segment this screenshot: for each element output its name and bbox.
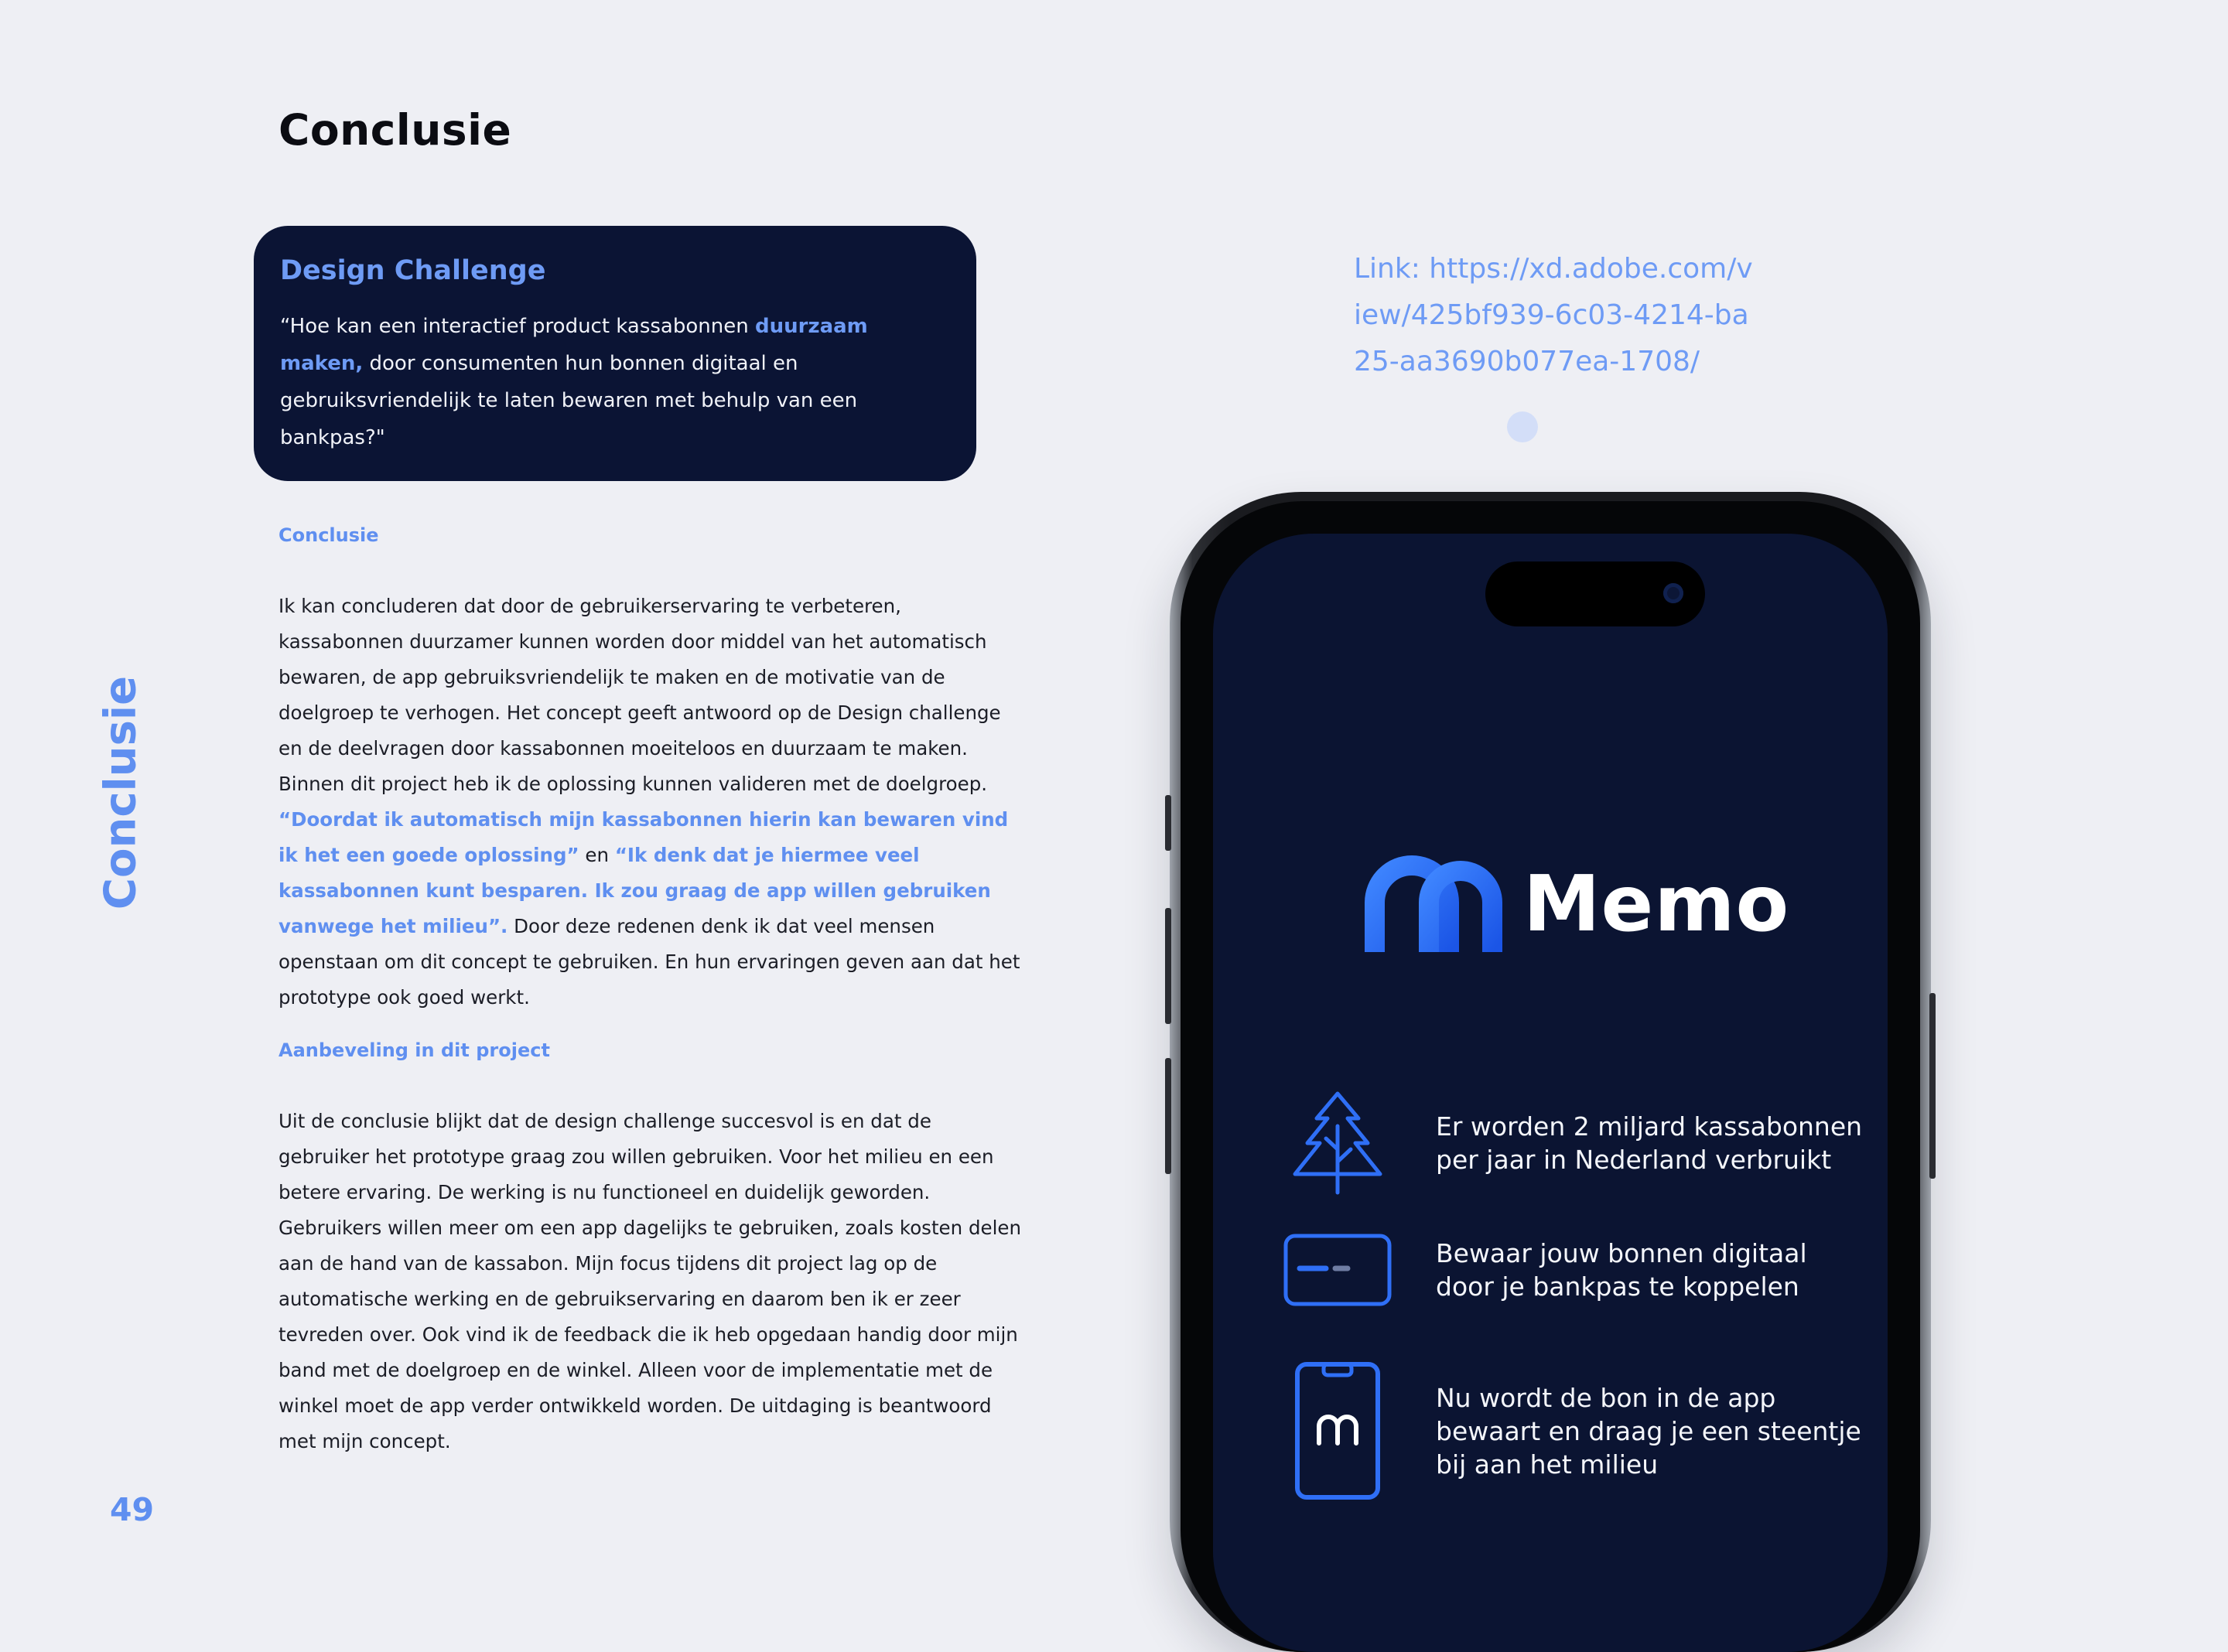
recommendation-heading: Aanbeveling in dit project <box>278 1039 550 1061</box>
question-text-end: door consumenten hun bonnen digitaal en … <box>280 352 858 449</box>
phone-mockup: Memo Er worden 2 miljard kassabonnen per… <box>1165 492 1936 1652</box>
feature-text: Nu wordt de bon in de app bewaart en dra… <box>1436 1382 1861 1480</box>
phone-volume-down-button <box>1165 1058 1171 1174</box>
memo-logo: Memo <box>1364 855 1789 952</box>
bank-card-icon <box>1283 1234 1392 1306</box>
feature-item-bank-card: Bewaar jouw bonnen digitaal door je bank… <box>1283 1233 1888 1307</box>
design-challenge-card: Design Challenge “Hoe kan een interactie… <box>254 226 976 481</box>
recommendation-paragraph: Uit de conclusie blijkt dat de design ch… <box>278 1110 1021 1452</box>
dynamic-island <box>1485 561 1705 626</box>
phone-volume-up-button <box>1165 908 1171 1024</box>
feature-item-paper-usage: Er worden 2 miljard kassabonnen per jaar… <box>1283 1091 1888 1196</box>
phone-screen: Memo Er worden 2 miljard kassabonnen per… <box>1213 534 1888 1652</box>
quote-connector: en <box>579 844 615 866</box>
memo-logo-icon <box>1365 855 1502 952</box>
phone-action-button <box>1165 795 1171 851</box>
decorative-dot <box>1507 411 1538 442</box>
feature-text: Er worden 2 miljard kassabonnen per jaar… <box>1436 1111 1863 1175</box>
feature-item-app-storage: Nu wordt de bon in de app bewaart en dra… <box>1283 1361 1888 1500</box>
app-name: Memo <box>1523 858 1790 949</box>
side-section-label: Conclusie <box>95 675 146 910</box>
prototype-link[interactable]: Link: https://xd.adobe.com/view/425bf939… <box>1354 246 1756 385</box>
conclusion-heading: Conclusie <box>278 524 379 546</box>
design-challenge-question: “Hoe kan een interactief product kassabo… <box>280 308 950 456</box>
feature-text: Bewaar jouw bonnen digitaal door je bank… <box>1436 1238 1807 1302</box>
page-title: Conclusie <box>278 105 512 155</box>
phone-bezel: Memo Er worden 2 miljard kassabonnen per… <box>1181 501 1920 1652</box>
page-number: 49 <box>110 1491 155 1528</box>
phone-power-button <box>1929 993 1936 1179</box>
tree-icon <box>1293 1091 1382 1195</box>
phone-memo-icon <box>1295 1362 1380 1500</box>
conclusion-paragraph: Ik kan concluderen dat door de gebruiker… <box>278 589 1021 1015</box>
design-challenge-title: Design Challenge <box>280 255 546 286</box>
conclusion-text: Ik kan concluderen dat door de gebruiker… <box>278 595 1001 795</box>
question-text-start: “Hoe kan een interactief product kassabo… <box>280 315 755 338</box>
camera-icon <box>1663 583 1683 603</box>
